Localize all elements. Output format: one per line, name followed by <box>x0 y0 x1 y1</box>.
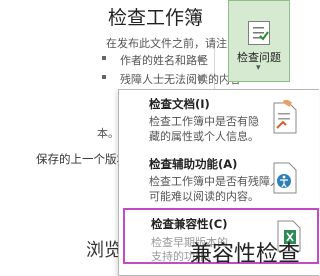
bullet-icon <box>102 75 106 79</box>
background-text: 本。 <box>97 127 119 140</box>
bullet-marker: ▪ <box>197 52 205 65</box>
bullet-marker: ▪ <box>197 71 205 84</box>
check-accessibility-item[interactable]: 检查辅助功能(A) 检查工作簿中是否有残障人士 可能难以阅读的内容。 <box>123 152 319 208</box>
menu-item-title: 检查辅助功能(A) <box>149 157 238 171</box>
description-line: 作者的姓名和路径 <box>120 54 208 67</box>
menu-item-title: 检查文档(I) <box>149 97 210 111</box>
inspect-document-icon <box>271 98 299 136</box>
description-line: 残障人士无法阅读的内容 <box>120 73 241 86</box>
menu-item-desc: 藏的属性或个人信息。 <box>149 130 259 143</box>
inspect-document-item[interactable]: 检查文档(I) 检查工作簿中是否有隐 藏的属性或个人信息。 <box>123 92 319 148</box>
bullet-icon <box>102 56 106 60</box>
chevron-down-icon: ▾ <box>256 63 261 73</box>
section-title: 检查工作簿 <box>108 7 204 29</box>
accessibility-icon <box>271 160 299 196</box>
check-issues-button[interactable]: 检查问题 ▾ <box>228 0 290 82</box>
caption-text: 兼容性检查 <box>190 242 301 267</box>
menu-item-desc: 可能难以阅读的内容。 <box>149 190 259 203</box>
checklist-icon <box>248 21 270 45</box>
menu-item-title: 检查兼容性(C) <box>151 217 228 231</box>
menu-item-desc: 检查工作簿中是否有隐 <box>149 115 259 128</box>
